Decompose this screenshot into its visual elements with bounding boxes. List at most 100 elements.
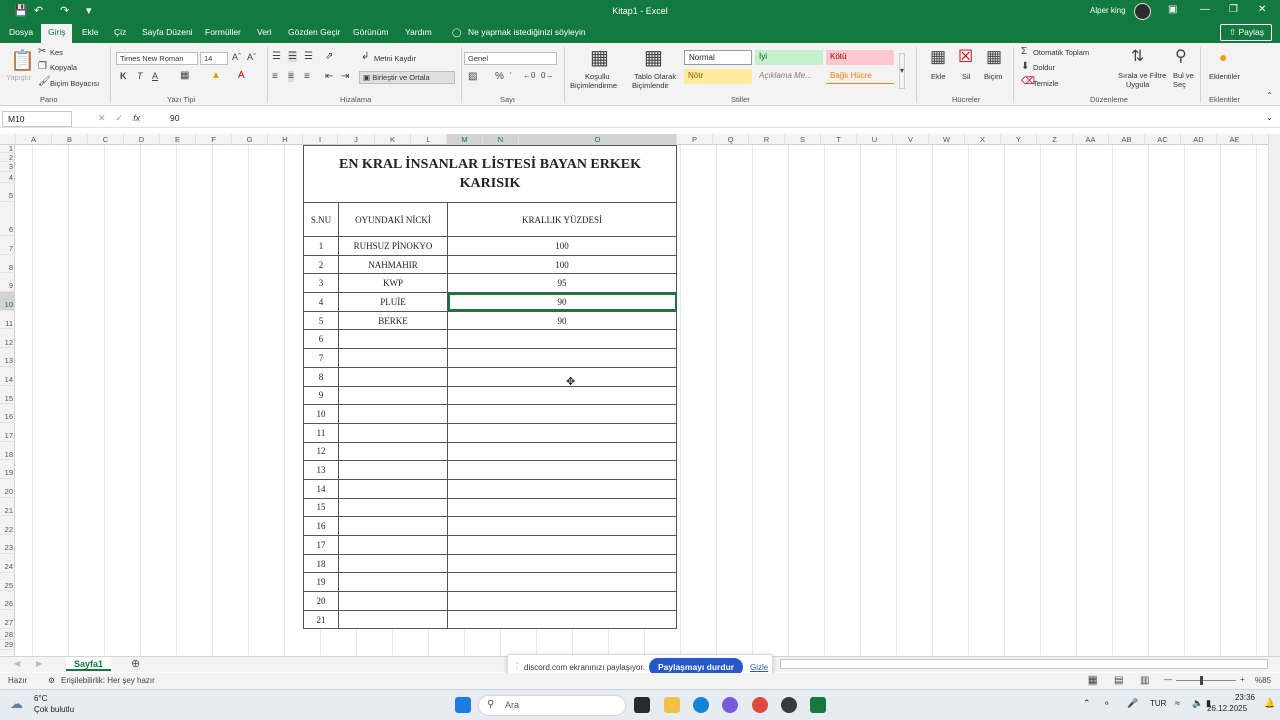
style-neutral[interactable]: Nötr bbox=[684, 69, 752, 84]
user-name[interactable]: Alper king bbox=[1090, 6, 1126, 15]
row-header[interactable]: 29 bbox=[0, 640, 15, 650]
tab-home[interactable]: Giriş bbox=[41, 24, 73, 43]
decrease-decimal-icon[interactable]: 0→ bbox=[541, 71, 553, 80]
style-explanatory[interactable]: Açıklama Me... bbox=[755, 69, 823, 84]
column-header[interactable]: K bbox=[375, 134, 411, 145]
cell-nick[interactable] bbox=[338, 441, 448, 462]
cell-percent[interactable] bbox=[447, 422, 677, 443]
vertical-scrollbar[interactable] bbox=[1268, 134, 1280, 656]
weather-icon[interactable]: ☁ bbox=[10, 696, 23, 712]
find-select-line1[interactable]: Bul ve bbox=[1173, 71, 1194, 80]
font-color-icon[interactable]: A bbox=[238, 70, 245, 81]
clock-date[interactable]: 26.12.2025 bbox=[1207, 704, 1247, 713]
row-header[interactable]: 10 bbox=[0, 292, 15, 311]
cell-nick[interactable] bbox=[338, 535, 448, 555]
zoom-in-icon[interactable]: + bbox=[1240, 675, 1245, 684]
row-header[interactable]: 3 bbox=[0, 162, 15, 172]
currency-icon[interactable]: ▧ bbox=[468, 71, 477, 82]
conditional-formatting-line1[interactable]: Koşullu bbox=[585, 72, 610, 81]
decrease-indent-icon[interactable]: ⇤ bbox=[325, 71, 333, 82]
cell-percent[interactable] bbox=[447, 478, 677, 499]
sort-filter-icon[interactable]: ⇅ bbox=[1131, 46, 1144, 66]
copy-button[interactable]: Kopyala bbox=[50, 63, 77, 72]
row-header[interactable]: 1 bbox=[0, 145, 15, 153]
column-header[interactable]: I bbox=[303, 134, 338, 145]
row-header[interactable]: 20 bbox=[0, 479, 15, 498]
row-header[interactable]: 2 bbox=[0, 153, 15, 162]
copy-icon[interactable]: ❐ bbox=[38, 61, 47, 72]
font-name-select[interactable]: Times New Roman bbox=[116, 52, 198, 65]
cell-percent[interactable] bbox=[447, 591, 677, 611]
cancel-entry-icon[interactable]: ✕ bbox=[98, 113, 106, 123]
header-cell[interactable]: KRALLIK YÜZDESİ bbox=[447, 202, 677, 237]
microphone-icon[interactable]: 🎤 bbox=[1127, 698, 1138, 709]
cell-percent[interactable]: 90 bbox=[447, 310, 677, 331]
fill-button[interactable]: Doldur bbox=[1033, 63, 1055, 72]
cell-number[interactable]: 13 bbox=[303, 460, 339, 480]
cell-number[interactable]: 21 bbox=[303, 609, 339, 630]
align-bottom-icon[interactable]: ☰ bbox=[304, 51, 313, 62]
sort-filter-line1[interactable]: Sırala ve Filtre bbox=[1118, 71, 1166, 80]
task-view-icon[interactable] bbox=[634, 697, 650, 713]
select-all-corner[interactable] bbox=[0, 134, 16, 145]
column-header[interactable]: Y bbox=[1001, 134, 1037, 145]
cell-percent[interactable] bbox=[447, 404, 677, 424]
column-header[interactable]: A bbox=[16, 134, 52, 145]
fill-icon[interactable]: ⬇ bbox=[1021, 61, 1029, 72]
cut-button[interactable]: Kes bbox=[50, 48, 63, 57]
edge-icon[interactable] bbox=[693, 697, 709, 713]
restore-icon[interactable]: ❐ bbox=[1229, 4, 1238, 15]
game-app-icon[interactable] bbox=[781, 697, 797, 713]
tab-insert[interactable]: Ekle bbox=[82, 27, 99, 37]
format-painter-button[interactable]: Biçim Boyacısı bbox=[50, 79, 99, 88]
tab-draw[interactable]: Çiz bbox=[114, 27, 126, 37]
column-header[interactable]: F bbox=[196, 134, 232, 145]
tab-page-layout[interactable]: Sayfa Düzeni bbox=[142, 27, 193, 37]
file-explorer-icon[interactable] bbox=[664, 697, 680, 713]
insert-cells-icon[interactable]: ▦ bbox=[930, 47, 946, 67]
row-header[interactable]: 19 bbox=[0, 460, 15, 480]
orientation-icon[interactable]: ⇗ bbox=[325, 51, 333, 62]
confirm-entry-icon[interactable]: ✓ bbox=[116, 113, 124, 123]
tell-me-search[interactable]: Ne yapmak istediğinizi söyleyin bbox=[468, 27, 586, 37]
start-icon[interactable] bbox=[455, 697, 471, 713]
column-header[interactable]: W bbox=[929, 134, 965, 145]
cell-nick[interactable]: BERKE bbox=[338, 310, 448, 331]
align-top-icon[interactable]: ☰ bbox=[272, 51, 281, 62]
normal-view-icon[interactable]: ▦ bbox=[1088, 675, 1098, 686]
percent-button[interactable]: % bbox=[495, 71, 504, 82]
column-header[interactable]: Q bbox=[713, 134, 749, 145]
column-header[interactable]: T bbox=[821, 134, 857, 145]
cell-percent[interactable] bbox=[447, 497, 677, 518]
column-header[interactable]: AE bbox=[1217, 134, 1253, 145]
cell-number[interactable]: 14 bbox=[303, 478, 339, 499]
column-header[interactable]: D bbox=[124, 134, 160, 145]
row-header[interactable]: 27 bbox=[0, 610, 15, 629]
row-header[interactable]: 26 bbox=[0, 591, 15, 610]
row-header[interactable]: 6 bbox=[0, 202, 15, 236]
borders-icon[interactable]: ▦ bbox=[180, 70, 189, 81]
comma-style-icon[interactable]: ‘ bbox=[510, 71, 512, 80]
cell-number[interactable]: 4 bbox=[303, 292, 339, 312]
excel-icon[interactable] bbox=[810, 697, 826, 713]
autosum-button[interactable]: Otomatik Toplam bbox=[1033, 48, 1089, 57]
cell-nick[interactable] bbox=[338, 385, 448, 406]
cell-percent[interactable] bbox=[447, 516, 677, 536]
column-header[interactable]: G bbox=[232, 134, 268, 145]
hide-banner-link[interactable]: Gizle bbox=[750, 663, 768, 672]
network-off-icon[interactable]: ⚬ bbox=[1103, 698, 1111, 709]
wifi-icon[interactable]: ≈ bbox=[1175, 698, 1180, 708]
row-header[interactable]: 4 bbox=[0, 172, 15, 183]
cell-percent[interactable] bbox=[447, 348, 677, 368]
clear-button[interactable]: Temizle bbox=[1033, 79, 1058, 88]
style-bad[interactable]: Kötü bbox=[826, 50, 894, 65]
cell-number[interactable]: 16 bbox=[303, 516, 339, 536]
row-header[interactable]: 23 bbox=[0, 535, 15, 554]
cell-number[interactable]: 11 bbox=[303, 422, 339, 443]
cell-nick[interactable] bbox=[338, 609, 448, 630]
table-title[interactable]: EN KRAL İNSANLAR LİSTESİ BAYAN ERKEK KAR… bbox=[303, 145, 677, 203]
merge-center-button[interactable]: ▣ Birleştir ve Ortala bbox=[359, 71, 455, 84]
conditional-formatting-line2[interactable]: Biçimlendirme bbox=[570, 81, 617, 90]
cell-number[interactable]: 15 bbox=[303, 497, 339, 518]
formula-input[interactable]: 90 bbox=[170, 113, 179, 123]
